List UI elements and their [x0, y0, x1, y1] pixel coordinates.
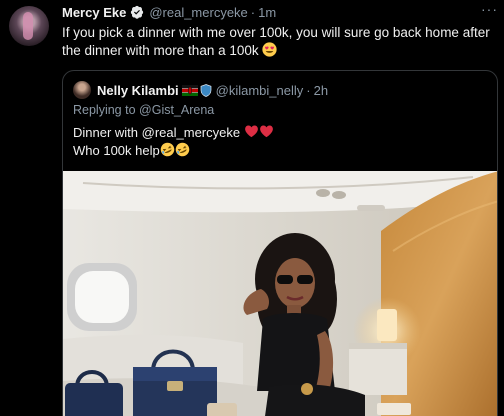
tweet-text: If you pick a dinner with me over 100k, … — [62, 24, 498, 60]
rofl-emoji-icon — [160, 142, 174, 157]
tweet[interactable]: Mercy Eke @real_mercyeke · 1m ··· If you… — [0, 0, 504, 416]
timestamp[interactable]: 1m — [258, 5, 276, 20]
verified-badge-icon — [131, 5, 144, 19]
quote-avatar[interactable] — [73, 81, 91, 99]
quote-header: Nelly Kilambi @kilambi_nelly · 2h — [73, 81, 328, 99]
separator-dot: · — [250, 4, 256, 20]
quote-separator-dot: · — [306, 82, 311, 98]
avatar[interactable] — [9, 6, 49, 46]
quote-line-1-text: Dinner with @real_mercyeke — [73, 125, 241, 140]
red-heart-icon — [259, 125, 273, 138]
quote-author-name[interactable]: Nelly Kilambi — [97, 83, 179, 98]
author-handle[interactable]: @real_mercyeke — [149, 5, 247, 20]
quote-text: Dinner with @real_mercyeke Who 100k help — [73, 124, 274, 160]
heart-eyes-emoji-icon — [262, 42, 278, 57]
quote-line-2: Who 100k help — [73, 142, 274, 160]
replying-prefix: Replying to — [73, 103, 136, 117]
quote-photo[interactable] — [63, 171, 498, 416]
replying-to-handle[interactable]: @Gist_Arena — [139, 103, 214, 117]
quoted-tweet[interactable]: Nelly Kilambi @kilambi_nelly · 2h Replyi… — [62, 70, 498, 416]
quote-line-2-text: Who 100k help — [73, 143, 160, 158]
kenya-flag-icon — [181, 84, 198, 96]
red-heart-icon — [244, 125, 258, 138]
more-options-icon[interactable]: ··· — [481, 2, 498, 16]
tweet-header: Mercy Eke @real_mercyeke · 1m — [62, 3, 276, 21]
quote-author-handle[interactable]: @kilambi_nelly — [216, 83, 304, 98]
author-name[interactable]: Mercy Eke — [62, 5, 126, 20]
replying-to: Replying to @Gist_Arena — [73, 103, 214, 117]
shield-icon — [200, 83, 211, 97]
rofl-emoji-icon — [175, 142, 189, 157]
quote-line-1: Dinner with @real_mercyeke — [73, 124, 274, 142]
quote-timestamp[interactable]: 2h — [314, 83, 328, 98]
